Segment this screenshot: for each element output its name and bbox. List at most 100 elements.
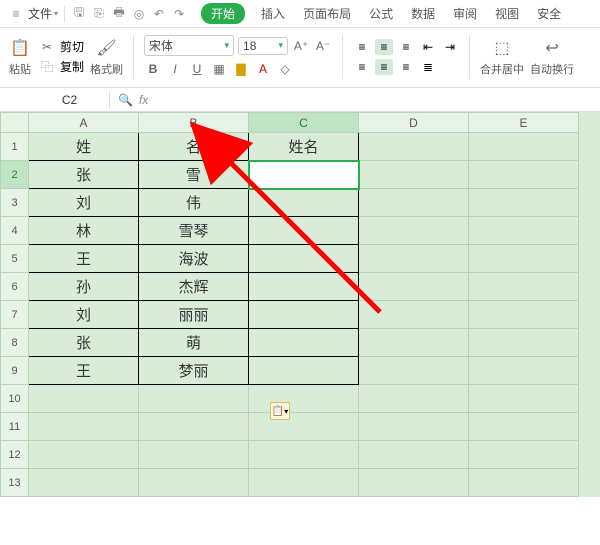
decrease-font-icon[interactable]: A⁻	[314, 37, 332, 55]
cell-b7[interactable]: 丽丽	[139, 301, 249, 329]
cell-e10[interactable]	[469, 385, 579, 413]
file-menu[interactable]: 文件 ▾	[28, 5, 58, 22]
menu-icon[interactable]: ≡	[8, 6, 24, 22]
cell-d13[interactable]	[359, 469, 469, 497]
cell-a9[interactable]: 王	[29, 357, 139, 385]
cell-b6[interactable]: 杰辉	[139, 273, 249, 301]
cell-b9[interactable]: 梦丽	[139, 357, 249, 385]
tab-view[interactable]: 视图	[493, 3, 521, 24]
cell-e2[interactable]	[469, 161, 579, 189]
row-header-9[interactable]: 9	[1, 357, 29, 385]
cell-a4[interactable]: 林	[29, 217, 139, 245]
cell-c4[interactable]	[249, 217, 359, 245]
cell-a11[interactable]	[29, 413, 139, 441]
cell-c7[interactable]	[249, 301, 359, 329]
cell-e11[interactable]	[469, 413, 579, 441]
cell-c9[interactable]	[249, 357, 359, 385]
cell-d6[interactable]	[359, 273, 469, 301]
align-bottom-icon[interactable]: ≡	[397, 39, 415, 55]
cell-d1[interactable]	[359, 133, 469, 161]
cell-b10[interactable]	[139, 385, 249, 413]
cell-c2-selected[interactable]	[249, 161, 359, 189]
cell-c5[interactable]	[249, 245, 359, 273]
fill-color-icon[interactable]: ▇	[232, 60, 250, 78]
cell-d3[interactable]	[359, 189, 469, 217]
row-header-11[interactable]: 11	[1, 413, 29, 441]
underline-icon[interactable]: U	[188, 60, 206, 78]
cell-b13[interactable]	[139, 469, 249, 497]
cell-c1[interactable]: 姓名	[249, 133, 359, 161]
col-header-e[interactable]: E	[469, 113, 579, 133]
row-header-5[interactable]: 5	[1, 245, 29, 273]
row-header-10[interactable]: 10	[1, 385, 29, 413]
row-header-2[interactable]: 2	[1, 161, 29, 189]
cell-a13[interactable]	[29, 469, 139, 497]
spreadsheet-grid[interactable]: A B C D E 1 姓 名 姓名 2 张 雪 3 刘 伟 4 林 雪琴 5	[0, 112, 600, 497]
cell-b5[interactable]: 海波	[139, 245, 249, 273]
tab-review[interactable]: 审阅	[451, 3, 479, 24]
merge-center-button[interactable]: ⬚ 合并居中	[480, 36, 524, 77]
cell-e7[interactable]	[469, 301, 579, 329]
italic-icon[interactable]: I	[166, 60, 184, 78]
copy-button[interactable]: ⿻ 复制	[38, 58, 84, 76]
row-header-12[interactable]: 12	[1, 441, 29, 469]
cell-d2[interactable]	[359, 161, 469, 189]
save-as-icon[interactable]: ⎘	[91, 6, 107, 22]
align-right-icon[interactable]: ≡	[397, 59, 415, 75]
cell-c11[interactable]	[249, 413, 359, 441]
cell-d10[interactable]	[359, 385, 469, 413]
tab-security[interactable]: 安全	[535, 3, 563, 24]
align-left-icon[interactable]: ≡	[353, 59, 371, 75]
border-icon[interactable]: ▦	[210, 60, 228, 78]
save-icon[interactable]: 🖫	[71, 6, 87, 22]
cell-d9[interactable]	[359, 357, 469, 385]
increase-font-icon[interactable]: A⁺	[292, 37, 310, 55]
cell-d4[interactable]	[359, 217, 469, 245]
tab-data[interactable]: 数据	[409, 3, 437, 24]
cell-e13[interactable]	[469, 469, 579, 497]
col-header-d[interactable]: D	[359, 113, 469, 133]
wrap-text-button[interactable]: ↩ 自动换行	[530, 36, 574, 77]
cell-a12[interactable]	[29, 441, 139, 469]
preview-icon[interactable]: ◎	[131, 6, 147, 22]
cell-b2[interactable]: 雪	[139, 161, 249, 189]
clear-format-icon[interactable]: ◇	[276, 60, 294, 78]
cell-d7[interactable]	[359, 301, 469, 329]
row-header-7[interactable]: 7	[1, 301, 29, 329]
font-color-icon[interactable]: A	[254, 60, 272, 78]
formula-bar[interactable]: 🔍 fx	[110, 93, 600, 107]
cut-button[interactable]: ✂ 剪切	[38, 38, 84, 56]
cell-e8[interactable]	[469, 329, 579, 357]
cell-d8[interactable]	[359, 329, 469, 357]
tab-formula[interactable]: 公式	[367, 3, 395, 24]
cell-b3[interactable]: 伟	[139, 189, 249, 217]
tab-page-layout[interactable]: 页面布局	[301, 3, 353, 24]
cell-a7[interactable]: 刘	[29, 301, 139, 329]
cell-a8[interactable]: 张	[29, 329, 139, 357]
cell-e4[interactable]	[469, 217, 579, 245]
cell-b12[interactable]	[139, 441, 249, 469]
cell-e9[interactable]	[469, 357, 579, 385]
format-painter-button[interactable]: 🖌 格式刷	[90, 36, 123, 77]
indent-decrease-icon[interactable]: ⇤	[419, 39, 437, 55]
cell-a6[interactable]: 孙	[29, 273, 139, 301]
row-header-6[interactable]: 6	[1, 273, 29, 301]
cell-b1[interactable]: 名	[139, 133, 249, 161]
cell-a3[interactable]: 刘	[29, 189, 139, 217]
align-middle-icon[interactable]: ≡	[375, 39, 393, 55]
col-header-b[interactable]: B	[139, 113, 249, 133]
bold-icon[interactable]: B	[144, 60, 162, 78]
cell-e5[interactable]	[469, 245, 579, 273]
cell-b8[interactable]: 萌	[139, 329, 249, 357]
col-header-a[interactable]: A	[29, 113, 139, 133]
row-header-8[interactable]: 8	[1, 329, 29, 357]
cell-d5[interactable]	[359, 245, 469, 273]
paste-options-button[interactable]: 📋▾	[270, 402, 290, 420]
tab-start[interactable]: 开始	[201, 3, 245, 24]
select-all-corner[interactable]	[1, 113, 29, 133]
name-box[interactable]: C2	[30, 91, 110, 109]
cell-e3[interactable]	[469, 189, 579, 217]
cell-a1[interactable]: 姓	[29, 133, 139, 161]
cell-e6[interactable]	[469, 273, 579, 301]
row-header-13[interactable]: 13	[1, 469, 29, 497]
